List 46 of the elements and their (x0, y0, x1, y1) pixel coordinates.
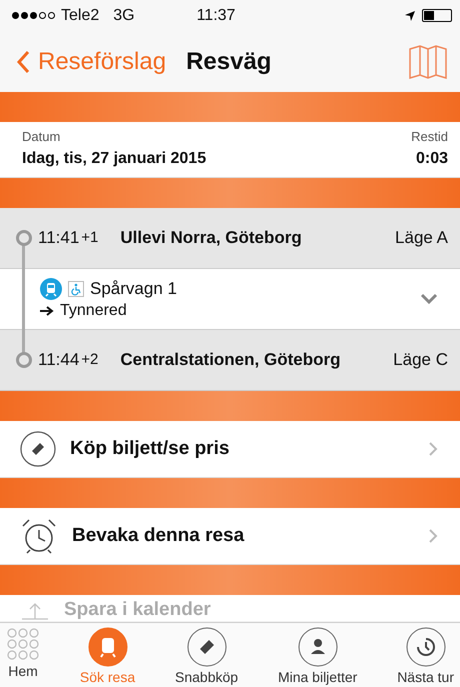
stop-delay: +2 (81, 351, 98, 368)
date-label: Datum (22, 128, 62, 144)
duration-value: 0:03 (416, 150, 448, 168)
tram-line: Spårvagn 1 (90, 278, 177, 299)
battery-icon (422, 9, 452, 22)
stop-node-icon (16, 352, 32, 368)
carrier-name: Tele2 (61, 6, 100, 25)
stop-time: 11:44 (38, 350, 80, 370)
chevron-left-icon (16, 50, 30, 74)
stop-delay: +1 (81, 229, 98, 246)
map-icon[interactable] (408, 44, 448, 79)
date-value: Idag, tis, 27 januari 2015 (22, 150, 206, 168)
stop-node-icon (16, 230, 32, 246)
action-label: Köp biljett/se pris (70, 438, 230, 460)
tab-item[interactable]: Nästa tur (395, 627, 456, 685)
page-title: Resväg (186, 48, 272, 76)
duration-label: Restid (411, 128, 448, 144)
location-arrow-icon (404, 10, 416, 22)
wheelchair-icon (68, 280, 84, 297)
clock-icon (406, 627, 446, 667)
ticket-icon (20, 430, 56, 467)
chevron-right-icon (428, 528, 438, 544)
action-label: Spara i kalender (64, 598, 212, 621)
tram-icon (88, 627, 128, 667)
tab-item[interactable]: Mina biljetter (276, 627, 360, 685)
grid-icon (6, 627, 40, 661)
stop-name: Ullevi Norra, Göteborg (120, 228, 303, 248)
chevron-right-icon (428, 440, 438, 457)
tram-direction: Tynnered (60, 302, 127, 320)
signal-icon (12, 12, 55, 20)
action-label: Bevaka denna resa (72, 524, 246, 547)
tab-item[interactable]: Snabbköp (173, 627, 240, 685)
stop-name: Centralstationen, Göteborg (120, 350, 342, 370)
ticket-icon (186, 627, 227, 667)
alarm-clock-icon (20, 516, 58, 555)
clock-time: 11:37 (196, 6, 236, 25)
tab-item[interactable]: Hem (4, 627, 42, 685)
share-icon (20, 600, 50, 621)
person-icon (298, 627, 338, 667)
chevron-down-icon[interactable] (420, 292, 438, 305)
arrow-right-icon (40, 306, 54, 316)
stop-platform: Läge C (393, 350, 448, 370)
tram-icon (40, 278, 62, 300)
stop-time: 11:41 (38, 228, 80, 248)
stop-platform: Läge A (395, 228, 448, 248)
network-type: 3G (113, 6, 135, 25)
